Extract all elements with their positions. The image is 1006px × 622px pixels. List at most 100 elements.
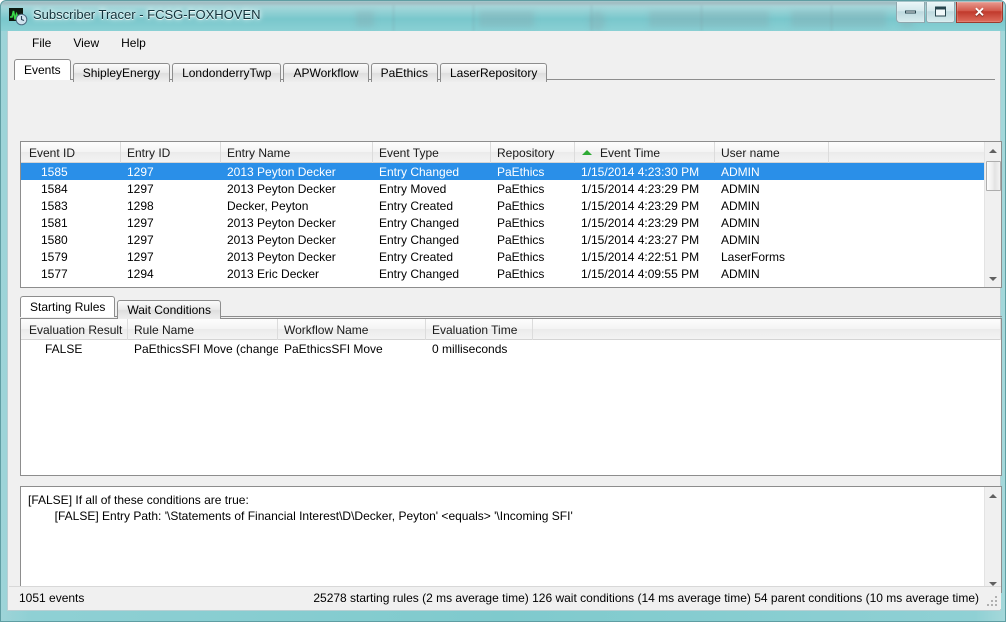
- tab-starting-rules[interactable]: Starting Rules: [20, 296, 116, 317]
- events-cell: ADMIN: [721, 215, 760, 230]
- events-cell: Entry Created: [379, 249, 454, 264]
- events-cell: 2013 Peyton Decker: [227, 215, 336, 230]
- tab-shipleyenergy[interactable]: ShipleyEnergy: [72, 63, 171, 82]
- events-row[interactable]: 1580 1297 2013 Peyton Decker Entry Changed P…: [21, 231, 1001, 248]
- events-column-header[interactable]: Entry Name: [221, 142, 373, 163]
- status-event-count: 1051 events: [19, 591, 85, 605]
- events-cell: PaEthics: [497, 181, 545, 196]
- events-cell: 1294: [127, 266, 154, 281]
- status-statistics: 25278 starting rules (2 ms average time)…: [313, 591, 979, 605]
- rules-column-header[interactable]: [533, 319, 1001, 340]
- minimize-icon: [897, 7, 924, 18]
- menu-item-file[interactable]: File: [21, 33, 62, 53]
- events-cell: ADMIN: [721, 232, 760, 247]
- events-cell: 1579: [41, 249, 68, 264]
- events-cell: 1/15/2014 4:23:30 PM: [581, 164, 700, 179]
- events-row[interactable]: 1581 1297 2013 Peyton Decker Entry Changed P…: [21, 214, 1001, 231]
- minimize-button[interactable]: [896, 2, 925, 23]
- tab-wait-conditions[interactable]: Wait Conditions: [117, 300, 221, 319]
- events-column-label: Event Type: [379, 145, 439, 160]
- events-column-label: User name: [721, 145, 780, 160]
- tab-londonderrytwp[interactable]: LondonderryTwp: [172, 63, 282, 82]
- events-column-header[interactable]: Event Time: [575, 142, 715, 163]
- tab-label: Wait Conditions: [127, 303, 211, 317]
- events-cell: ADMIN: [721, 198, 760, 213]
- events-cell: ADMIN: [721, 266, 760, 281]
- repository-tabstrip: Events ShipleyEnergy LondonderryTwp APWo…: [14, 59, 995, 82]
- events-cell: Entry Changed: [379, 215, 460, 230]
- scrollbar-thumb[interactable]: [986, 161, 1001, 191]
- events-grid-header: Event ID Entry ID Entry Name Event Type Repo…: [21, 142, 1001, 163]
- events-scrollbar[interactable]: [984, 142, 1001, 287]
- sort-ascending-icon: [582, 150, 592, 155]
- events-cell: 2013 Peyton Decker: [227, 232, 336, 247]
- events-row[interactable]: 1579 1297 2013 Peyton Decker Entry Created P…: [21, 248, 1001, 265]
- events-column-header[interactable]: Repository: [491, 142, 575, 163]
- title-bar[interactable]: Subscriber Tracer - FCSG-FOXHOVEN ✕: [1, 1, 1005, 31]
- scroll-down-icon[interactable]: [985, 270, 1001, 287]
- rules-column-header[interactable]: Workflow Name: [278, 319, 426, 340]
- rules-column-header[interactable]: Rule Name: [128, 319, 278, 340]
- events-cell: 1298: [127, 198, 154, 213]
- events-grid[interactable]: Event ID Entry ID Entry Name Event Type Repo…: [20, 141, 1002, 288]
- events-cell: PaEthics: [497, 215, 545, 230]
- tab-events[interactable]: Events: [14, 59, 71, 80]
- events-cell: Entry Changed: [379, 232, 460, 247]
- description-scrollbar[interactable]: [984, 487, 1001, 592]
- application-window: Subscriber Tracer - FCSG-FOXHOVEN ✕ File…: [0, 0, 1006, 622]
- events-cell: 1297: [127, 215, 154, 230]
- events-row[interactable]: 1577 1294 2013 Eric Decker Entry Changed PaE…: [21, 265, 1001, 282]
- menu-item-view[interactable]: View: [62, 33, 110, 53]
- tab-label: LondonderryTwp: [182, 66, 272, 80]
- events-cell: PaEthics: [497, 249, 545, 264]
- events-cell: Decker, Peyton: [227, 198, 309, 213]
- window-title: Subscriber Tracer - FCSG-FOXHOVEN: [33, 7, 261, 22]
- scroll-up-icon[interactable]: [985, 142, 1001, 159]
- events-row[interactable]: 1584 1297 2013 Peyton Decker Entry Moved PaE…: [21, 180, 1001, 197]
- client-area: File View Help Events ShipleyEnergy Lond…: [7, 31, 1002, 611]
- events-column-header[interactable]: Entry ID: [121, 142, 221, 163]
- events-cell: PaEthics: [497, 198, 545, 213]
- events-cell: 1297: [127, 181, 154, 196]
- events-column-header[interactable]: Event ID: [23, 142, 121, 163]
- description-line-1: [FALSE] If all of these conditions are t…: [28, 493, 249, 507]
- rules-cell: 0 milliseconds: [432, 341, 508, 356]
- events-column-label: Entry ID: [127, 145, 171, 160]
- rules-tabstrip: Starting Rules Wait Conditions: [20, 295, 1002, 319]
- condition-description-panel[interactable]: [FALSE] If all of these conditions are t…: [20, 486, 1002, 593]
- events-cell: PaEthics: [497, 164, 545, 179]
- tab-laserrepository[interactable]: LaserRepository: [439, 63, 548, 82]
- tab-paethics[interactable]: PaEthics: [370, 63, 438, 82]
- events-cell: 1/15/2014 4:23:27 PM: [581, 232, 700, 247]
- rules-column-header[interactable]: Evaluation Time: [426, 319, 533, 340]
- events-cell: Entry Moved: [379, 181, 447, 196]
- rules-grid[interactable]: Evaluation Result Rule Name Workflow Name E…: [20, 318, 1002, 476]
- window-controls: ✕: [895, 2, 1003, 23]
- events-grid-body[interactable]: 1585 1297 2013 Peyton Decker Entry Changed P…: [21, 163, 1001, 287]
- close-button[interactable]: ✕: [956, 2, 1003, 23]
- rules-column-label: Evaluation Result: [29, 322, 123, 337]
- events-column-header[interactable]: User name: [715, 142, 829, 163]
- tab-label: Starting Rules: [30, 300, 106, 314]
- pulse-clock-icon: [9, 7, 28, 26]
- events-row[interactable]: 1585 1297 2013 Peyton Decker Entry Changed P…: [21, 163, 1001, 180]
- menu-bar: File View Help: [8, 31, 1000, 55]
- events-column-header[interactable]: Event Type: [373, 142, 491, 163]
- rules-column-header[interactable]: Evaluation Result: [23, 319, 128, 340]
- events-row[interactable]: 1583 1298 Decker, Peyton Entry Created PaEth…: [21, 197, 1001, 214]
- events-cell: 2013 Peyton Decker: [227, 164, 336, 179]
- events-column-label: Repository: [497, 145, 555, 160]
- events-cell: 2013 Eric Decker: [227, 266, 320, 281]
- tab-list: Events ShipleyEnergy LondonderryTwp APWo…: [14, 59, 549, 82]
- events-column-header[interactable]: [829, 142, 985, 163]
- events-cell: PaEthics: [497, 232, 545, 247]
- maximize-button[interactable]: [926, 2, 955, 23]
- rules-grid-header: Evaluation Result Rule Name Workflow Name E…: [21, 319, 1001, 340]
- events-cell: 1/15/2014 4:09:55 PM: [581, 266, 700, 281]
- rules-grid-body[interactable]: FALSE PaEthicsSFI Move (change) PaEthicsSF…: [21, 340, 1001, 475]
- rules-row[interactable]: FALSE PaEthicsSFI Move (change) PaEthicsSF…: [21, 340, 1001, 357]
- tab-apworkflow[interactable]: APWorkflow: [283, 63, 369, 82]
- resize-grip-icon[interactable]: [984, 593, 998, 607]
- scroll-up-icon[interactable]: [985, 487, 1001, 504]
- menu-item-help[interactable]: Help: [110, 33, 157, 53]
